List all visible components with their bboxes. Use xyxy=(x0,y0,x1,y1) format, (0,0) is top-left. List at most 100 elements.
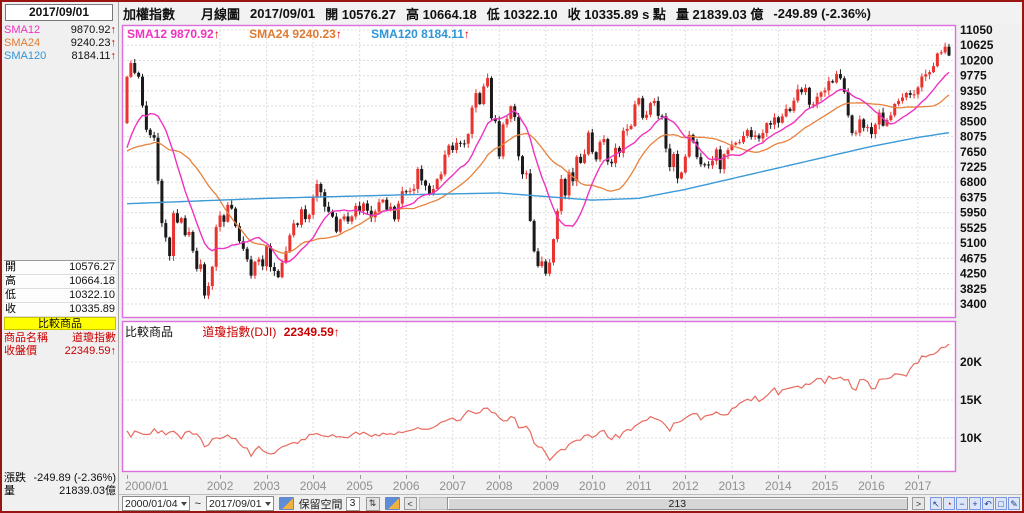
scroll-right-button[interactable]: > xyxy=(912,497,925,510)
plus-icon[interactable]: + xyxy=(969,497,981,510)
keep-space-label: 保留空間 xyxy=(298,498,343,511)
chevron-down-icon[interactable] xyxy=(264,501,271,506)
close-price-value: 22349.59 xyxy=(64,345,111,357)
symbol-name: 加權指數 xyxy=(123,6,176,22)
sma12-label: SMA12 xyxy=(4,24,41,36)
sma12-value: 9870.92 xyxy=(70,24,111,36)
svg-text:6375: 6375 xyxy=(960,190,987,204)
keep-space-spinner[interactable]: ⇅ xyxy=(365,496,380,511)
close-price-row: 收盤價 22349.59↑ xyxy=(4,345,116,358)
app-window: 2017/09/01 SMA12 9870.92↑ SMA24 9240.23↑… xyxy=(0,0,1024,513)
up-arrow-icon: ↑ xyxy=(110,37,117,49)
scrollbar-thumb[interactable]: 213 xyxy=(446,497,908,510)
x-axis-label: 2008 xyxy=(485,479,513,493)
header-date: 2017/09/01 xyxy=(250,5,316,21)
svg-text:7225: 7225 xyxy=(960,160,987,174)
x-axis-label: 2000/01 xyxy=(125,479,169,493)
from-date-field[interactable]: 2000/01/04 xyxy=(122,496,190,511)
change-panel: 漲跌 -249.89 (-2.36%) 量 21839.03億 xyxy=(4,472,116,498)
sma-panel: SMA12 9870.92↑ SMA24 9240.23↑ SMA120 818… xyxy=(4,24,116,63)
svg-text:9775: 9775 xyxy=(960,69,987,83)
scrollbar-track[interactable] xyxy=(418,497,447,510)
to-date-field[interactable]: 2017/09/01 xyxy=(206,496,274,511)
x-axis-label: 2014 xyxy=(765,479,792,493)
svg-text:8925: 8925 xyxy=(960,99,987,113)
cursor-icon[interactable]: ↖ xyxy=(930,497,942,510)
change-label: 漲跌 xyxy=(4,472,26,484)
from-date-value: 2000/01/04 xyxy=(125,497,178,510)
high-row: 高 10664.18 xyxy=(4,275,116,289)
sma120-value: 8184.11 xyxy=(71,50,111,62)
volume-row: 量 21839.03億 xyxy=(4,485,116,498)
quote-header: 加權指數 月線圖 2017/09/01 開 10576.27 高 10664.1… xyxy=(119,2,1022,24)
up-arrow-icon: ↑ xyxy=(213,27,220,41)
svg-text:8075: 8075 xyxy=(960,130,987,144)
svg-text:5100: 5100 xyxy=(960,236,987,250)
drawing-toolbar: ↖ ◔ − + ↶ □ ✎ xyxy=(929,497,1020,510)
sma24-label: SMA24 xyxy=(4,37,41,49)
high-value: 10664.18 xyxy=(69,275,115,287)
ohlc-panel: 開 10576.27 高 10664.18 低 10322.10 收 10335… xyxy=(4,260,116,318)
svg-text:3825: 3825 xyxy=(960,282,987,296)
change-row: 漲跌 -249.89 (-2.36%) xyxy=(4,472,116,485)
svg-text:8500: 8500 xyxy=(960,114,987,128)
svg-text:15K: 15K xyxy=(960,393,982,407)
svg-text:5525: 5525 xyxy=(960,221,987,235)
marquee-icon[interactable]: □ xyxy=(995,497,1007,510)
up-arrow-icon: ↑ xyxy=(110,24,117,36)
cursor-date-box: 2017/09/01 xyxy=(5,4,113,21)
up-arrow-icon: ↑ xyxy=(335,27,342,41)
bottom-toolbar: 2000/01/04 ~ 2017/09/01 保留空間 3 ⇅ < 213 >… xyxy=(119,494,1022,511)
chevron-down-icon[interactable] xyxy=(180,501,187,506)
up-arrow-icon: ↑ xyxy=(110,345,117,357)
svg-text:6800: 6800 xyxy=(960,175,987,189)
compare-value: 22349.59 xyxy=(283,325,334,339)
svg-text:10K: 10K xyxy=(960,431,982,445)
clock-icon[interactable]: ◔ xyxy=(943,497,955,510)
x-axis-label: 2002 xyxy=(206,479,234,493)
main-candlestick-chart[interactable]: 110501062510200 9775935089258500 807576507… xyxy=(119,24,1022,320)
svg-text:4250: 4250 xyxy=(960,267,987,281)
x-axis-label: 2015 xyxy=(811,479,839,493)
up-arrow-icon: ↑ xyxy=(463,27,470,41)
sma24-value: 9240.23 xyxy=(70,37,111,49)
volume-label: 量 xyxy=(4,485,15,497)
minus-icon[interactable]: − xyxy=(956,497,968,510)
main-chart-legend: SMA12 9870.92↑ SMA24 9240.23↑ SMA120 818… xyxy=(127,27,496,41)
scroll-left-button[interactable]: < xyxy=(403,497,417,510)
x-axis-labels: 2000/01 2002 2003 2004 2005 2006 2007 2008 2009 2… xyxy=(119,475,1022,495)
compare-panel: 商品名稱 道瓊指數 收盤價 22349.59↑ xyxy=(4,332,116,358)
close-value: 10335.89 xyxy=(69,303,115,315)
header-close: 收 10335.89 s 點 xyxy=(567,6,666,22)
open-label: 開 xyxy=(5,261,16,273)
svg-text:4675: 4675 xyxy=(960,251,987,265)
keep-space-input[interactable]: 3 xyxy=(345,496,360,511)
chart-tool-icon[interactable] xyxy=(384,497,400,510)
header-high: 高 10664.18 xyxy=(405,6,477,22)
x-axis-label: 2011 xyxy=(625,479,652,493)
header-volume: 量 21839.03 億 xyxy=(675,6,764,22)
svg-text:5950: 5950 xyxy=(960,206,987,220)
legend-sma12: SMA12 9870.92 xyxy=(127,27,214,41)
pencil-icon[interactable]: ✎ xyxy=(1008,497,1020,510)
low-row: 低 10322.10 xyxy=(4,289,116,303)
period-label: 月線圖 xyxy=(201,6,241,22)
x-axis-label: 2006 xyxy=(392,479,420,493)
sma24-row: SMA24 9240.23↑ xyxy=(4,37,116,50)
chart-tool-icon[interactable] xyxy=(278,497,294,510)
close-label: 收 xyxy=(5,303,16,315)
product-name-label: 商品名稱 xyxy=(4,332,48,344)
x-axis-label: 2017 xyxy=(904,479,932,493)
header-change: -249.89 (-2.36%) xyxy=(773,5,871,21)
main-area: 加權指數 月線圖 2017/09/01 開 10576.27 高 10664.1… xyxy=(119,2,1022,511)
date-range-separator: ~ xyxy=(194,497,201,510)
compare-product-header: 比較商品 xyxy=(4,317,116,330)
up-arrow-icon: ↑ xyxy=(333,325,340,339)
low-value: 10322.10 xyxy=(69,289,115,301)
undo-icon[interactable]: ↶ xyxy=(982,497,994,510)
compare-name: 道瓊指數(DJI) xyxy=(202,325,277,339)
product-name-row: 商品名稱 道瓊指數 xyxy=(4,332,116,345)
change-value: -249.89 (-2.36%) xyxy=(33,472,116,484)
legend-sma120: SMA120 8184.11 xyxy=(371,27,464,41)
compare-line-chart[interactable]: 20K 15K 10K xyxy=(119,320,1022,475)
